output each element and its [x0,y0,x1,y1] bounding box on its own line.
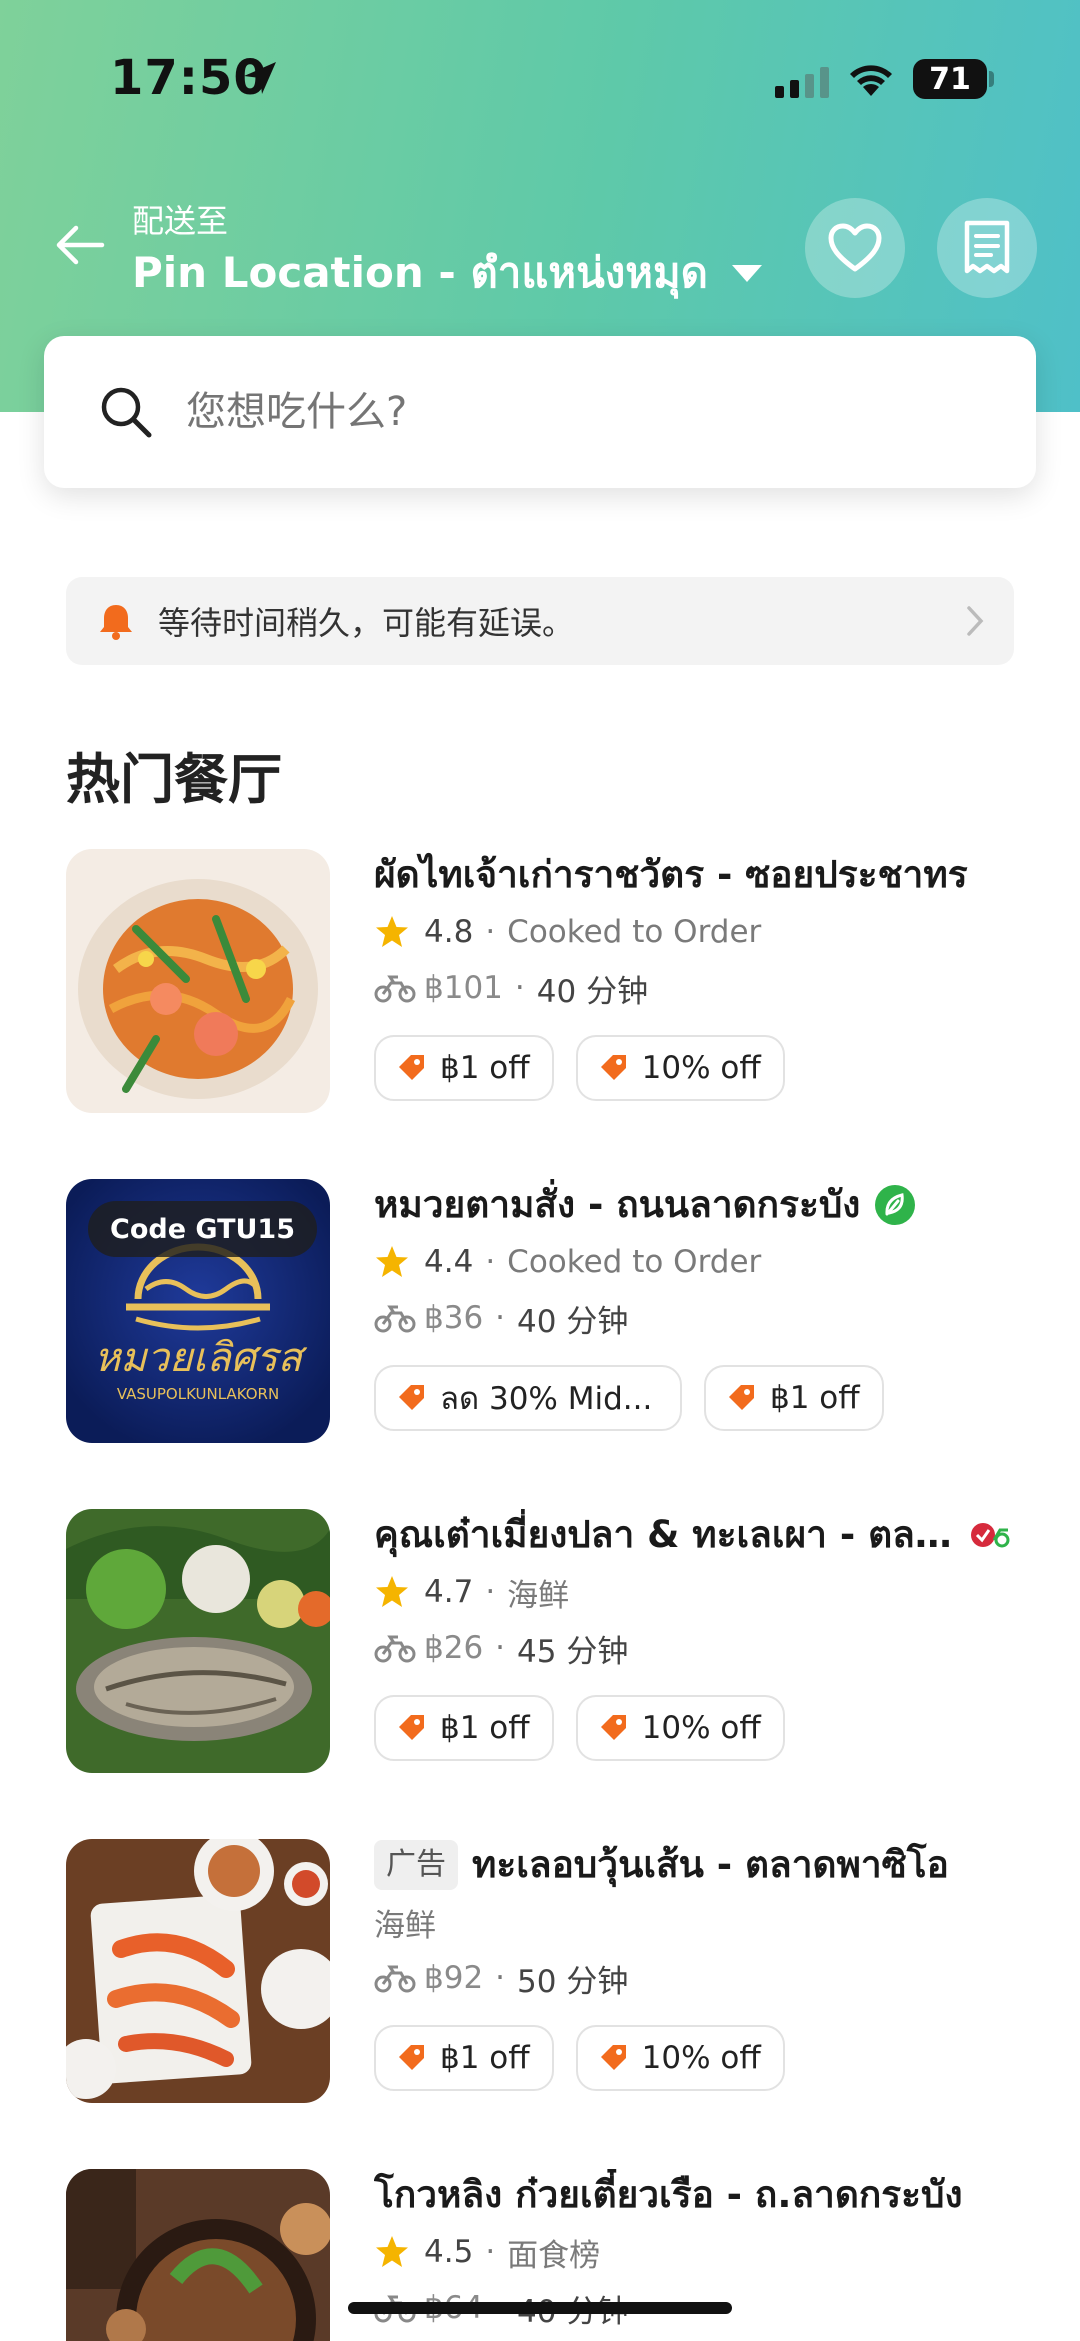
search-bar[interactable] [44,336,1036,488]
restaurant-card[interactable]: 广告 ทะเลอบวุ้นเส้น - ตลาดพาซิโอ 海鲜 ฿92 · … [66,1839,1014,2103]
restaurant-card[interactable]: คุณเต๋าเมี่ยงปลา & ทะเลเผา - ตลา... 4.7 … [66,1509,1014,1773]
tag-icon [600,1715,626,1740]
restaurant-image-logo: หมวยเลิศรส VASUPOLKUNLAKORN Code GTU15 [66,1179,330,1443]
delivery-badge-icon [971,1523,1010,1548]
heart-icon [828,223,882,272]
restaurant-tagline: 海鲜 [374,1907,436,1944]
delivery-fee: ฿92 [424,1960,484,1996]
battery-indicator: 71 [913,59,987,99]
restaurant-name: ผัดไทเจ้าเก่าราชวัตร - ซอยประชาทร [374,853,968,896]
chevron-right-icon [967,606,984,636]
motorbike-icon [374,1965,416,1993]
rating-value: 4.4 [424,1244,474,1280]
promo-tag[interactable]: ลด 30% Mid... [374,1365,682,1431]
star-icon [376,1576,408,1607]
delay-notice-banner[interactable]: 等待时间稍久，可能有延误。 [66,577,1014,665]
search-icon [101,387,152,438]
star-icon [376,1246,408,1277]
wifi-icon [850,65,892,96]
delivery-time: 45 分钟 [517,1633,629,1670]
code-badge: Code GTU15 [88,1201,318,1257]
promo-tag[interactable]: 10% off [575,2025,785,2091]
motorbike-icon [374,975,416,1003]
star-icon [376,2236,408,2267]
bell-icon [100,605,132,640]
delivery-fee: ฿26 [424,1630,484,1666]
rating-value: 4.8 [424,914,474,950]
notice-text: 等待时间稍久，可能有延误。 [158,604,575,642]
restaurant-image-seafood [66,1839,330,2103]
battery-cap [989,71,994,87]
tag-icon [399,1715,424,1740]
status-bar: 17:50 71 [0,0,1080,150]
rating-value: 4.5 [424,2234,474,2270]
favorites-button[interactable] [805,198,905,298]
restaurant-name: โกวหลิง ก๋วยเตี๋ยวเรือ - ถ.ลาดกระบัง [374,2173,963,2216]
promo-tag[interactable]: ฿1 off [704,1365,884,1431]
motorbike-icon [374,1305,416,1333]
star-icon [376,916,408,947]
promo-tag[interactable]: ฿1 off [374,1035,554,1101]
promo-tag[interactable]: 10% off [575,1695,785,1761]
deliver-to-label: 配送至 [132,202,229,240]
restaurant-image-pad-thai [66,849,330,1113]
tag-icon [729,1385,754,1410]
tag-icon [600,1055,626,1080]
delivery-time: 40 分钟 [536,973,649,1010]
restaurant-tagline: 海鲜 [507,1577,570,1614]
svg-text:หมวยเลิศรส: หมวยเลิศรส [94,1335,308,1381]
restaurant-name: คุณเต๋าเมี่ยงปลา & ทะเลเผา - ตลา... [374,1509,1014,1561]
restaurant-name: 广告 ทะเลอบวุ้นเส้น - ตลาดพาซิโอ [374,1839,1014,1891]
promo-tag[interactable]: ฿1 off [374,1695,554,1761]
promo-tag[interactable]: ฿1 off [374,2025,554,2091]
restaurant-tagline: Cooked to Order [507,1244,762,1280]
restaurant-tagline: 面食榜 [507,2237,601,2274]
delivery-time: 50 分钟 [517,1963,629,2000]
restaurant-image-noodles [66,2169,330,2341]
restaurant-card[interactable]: หมวยเลิศรส VASUPOLKUNLAKORN Code GTU15 ห… [66,1179,1014,1443]
restaurant-tagline: Cooked to Order [507,914,762,950]
restaurant-card[interactable]: ผัดไทเจ้าเก่าราชวัตร - ซอยประชาทร 4.8 · … [66,849,1014,1113]
ad-label: 广告 [374,1840,458,1890]
restaurant-image-grilled-fish [66,1509,330,1773]
back-arrow-icon[interactable] [50,215,110,275]
restaurant-name: หมวยตามสั่ง - ถนนลาดกระบัง [374,1179,1014,1231]
location-name: Pin Location - ตำแหน่งหมุด [132,248,708,297]
delivery-fee: ฿36 [424,1300,484,1336]
tag-icon [399,1055,424,1080]
green-leaf-badge-icon [875,1185,916,1225]
home-indicator[interactable] [348,2302,732,2314]
motorbike-icon [374,1635,416,1663]
section-title: 热门餐厅 [66,748,282,811]
svg-text:VASUPOLKUNLAKORN: VASUPOLKUNLAKORN [117,1385,279,1403]
restaurant-card[interactable]: โกวหลิง ก๋วยเตี๋ยวเรือ - ถ.ลาดกระบัง 4.5… [66,2169,1014,2341]
delivery-fee: ฿101 [424,970,503,1006]
rating-value: 4.7 [424,1574,474,1610]
search-input[interactable] [186,389,966,435]
caret-down-icon [731,264,762,282]
delivery-time: 40 分钟 [517,1303,629,1340]
promo-tag[interactable]: 10% off [575,1035,785,1101]
orders-button[interactable] [937,198,1037,298]
tag-icon [600,2045,626,2070]
tag-icon [399,1385,424,1410]
receipt-icon [964,220,1010,274]
location-arrow-icon [244,62,276,94]
location-selector[interactable]: Pin Location - ตำแหน่งหมุด [132,240,762,306]
cellular-signal-icon [775,67,829,98]
tag-icon [399,2045,424,2070]
